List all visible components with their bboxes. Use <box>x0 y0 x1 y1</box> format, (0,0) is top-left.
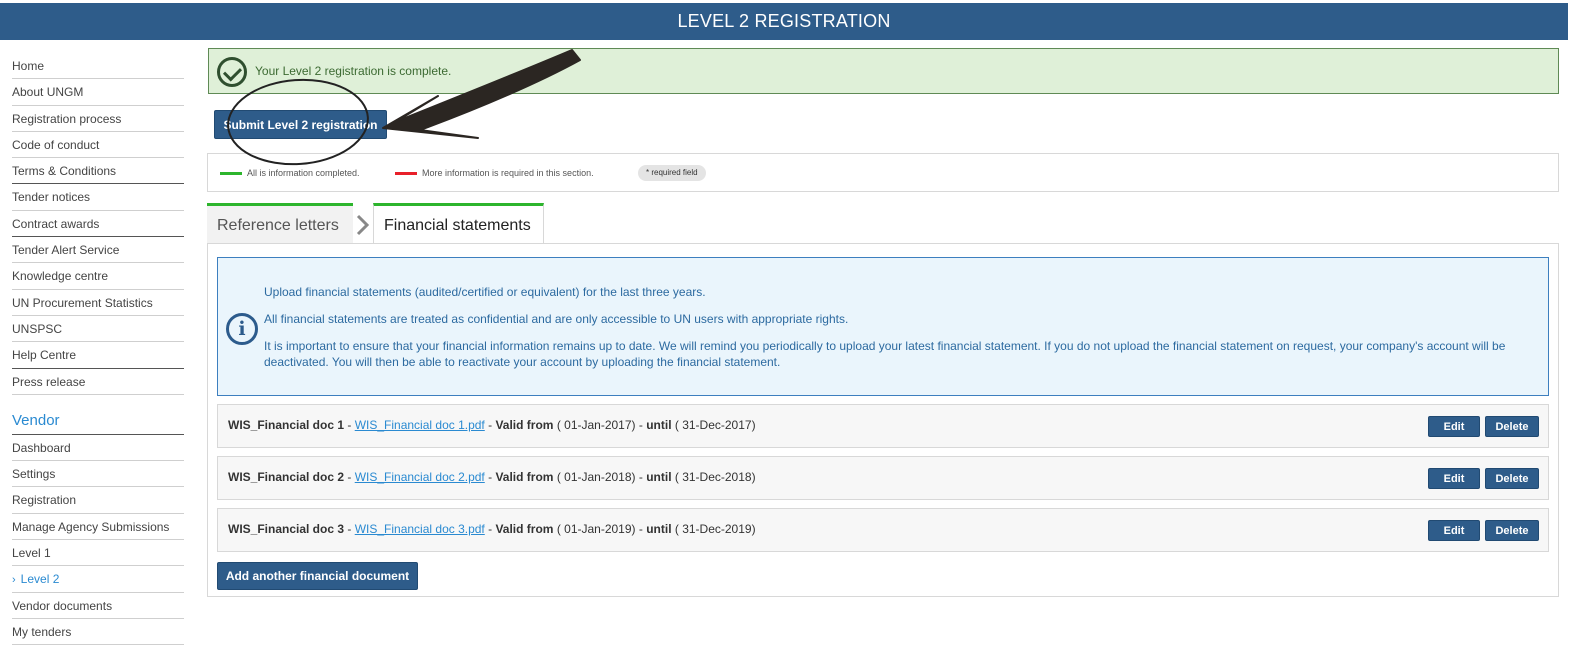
until-date: ( 31-Dec-2019) <box>674 522 756 536</box>
sidebar-section-vendor: Vendor <box>12 395 184 435</box>
until-label: until <box>646 418 672 432</box>
page-title: LEVEL 2 REGISTRATION <box>677 11 891 31</box>
document-name: WIS_Financial doc 1 <box>228 418 345 432</box>
sidebar-item-level-1[interactable]: Level 1 <box>12 540 184 567</box>
separator: - <box>344 418 355 432</box>
delete-button[interactable]: Delete <box>1485 468 1539 489</box>
delete-button[interactable]: Delete <box>1485 416 1539 437</box>
valid-from-label: Valid from <box>495 470 554 484</box>
until-label: until <box>646 522 672 536</box>
sidebar-item-code-of-conduct[interactable]: Code of conduct <box>12 132 184 159</box>
submit-level-2-button[interactable]: Submit Level 2 registration <box>214 110 387 139</box>
edit-button[interactable]: Edit <box>1428 416 1480 437</box>
info-text-3: It is important to ensure that your fina… <box>264 339 1506 369</box>
separator: - <box>635 522 647 536</box>
until-date: ( 31-Dec-2017) <box>674 418 756 432</box>
complete-indicator <box>220 172 242 175</box>
sidebar-item-my-tenders[interactable]: My tenders <box>12 619 184 646</box>
valid-from-date: ( 01-Jan-2017) <box>556 418 636 432</box>
sidebar-item-press-release[interactable]: Press release <box>12 369 184 395</box>
sidebar-item-dashboard[interactable]: Dashboard <box>12 435 184 462</box>
sidebar-item-tender-alert-service[interactable]: Tender Alert Service <box>12 237 184 264</box>
chevron-right-icon: › <box>12 574 16 587</box>
sidebar-item-knowledge-centre[interactable]: Knowledge centre <box>12 263 184 290</box>
edit-button[interactable]: Edit <box>1428 520 1480 541</box>
legend-incomplete-text: More information is required in this sec… <box>422 168 594 178</box>
document-row: WIS_Financial doc 2 - WIS_Financial doc … <box>217 456 1549 500</box>
separator: - <box>484 522 496 536</box>
document-details: WIS_Financial doc 2 - WIS_Financial doc … <box>228 470 756 484</box>
valid-from-label: Valid from <box>495 418 554 432</box>
sidebar-item-help-centre[interactable]: Help Centre <box>12 342 184 369</box>
info-icon: i <box>226 313 258 345</box>
success-message: Your Level 2 registration is complete. <box>255 64 452 78</box>
until-label: until <box>646 470 672 484</box>
valid-from-date: ( 01-Jan-2018) <box>556 470 636 484</box>
sidebar-item-level-2[interactable]: › Level 2 <box>12 566 184 593</box>
sidebar-item-settings[interactable]: Settings <box>12 461 184 488</box>
separator: - <box>484 470 496 484</box>
valid-from-label: Valid from <box>495 522 554 536</box>
document-details: WIS_Financial doc 3 - WIS_Financial doc … <box>228 522 756 536</box>
separator: - <box>344 470 355 484</box>
edit-button[interactable]: Edit <box>1428 468 1480 489</box>
document-file-link[interactable]: WIS_Financial doc 2.pdf <box>355 470 485 484</box>
sidebar-item-manage-agency-submissions[interactable]: Manage Agency Submissions <box>12 514 184 541</box>
sidebar-item-vendor-documents[interactable]: Vendor documents <box>12 593 184 619</box>
sidebar-item-registration-process[interactable]: Registration process <box>12 106 184 132</box>
sidebar-item-terms-conditions[interactable]: Terms & Conditions <box>12 158 184 185</box>
info-text-1: Upload financial statements (audited/cer… <box>264 285 706 299</box>
document-details: WIS_Financial doc 1 - WIS_Financial doc … <box>228 418 756 432</box>
incomplete-indicator <box>395 172 417 175</box>
sidebar-item-procurement-statistics[interactable]: UN Procurement Statistics <box>12 290 184 316</box>
document-row: WIS_Financial doc 1 - WIS_Financial doc … <box>217 404 1549 448</box>
sidebar-item-label: Level 2 <box>20 572 60 587</box>
page-header: LEVEL 2 REGISTRATION <box>0 3 1568 40</box>
until-date: ( 31-Dec-2018) <box>674 470 756 484</box>
sidebar-item-about-ungm[interactable]: About UNGM <box>12 79 184 106</box>
required-field-badge: * required field <box>638 165 706 181</box>
document-row: WIS_Financial doc 3 - WIS_Financial doc … <box>217 508 1549 552</box>
sidebar: Home About UNGM Registration process Cod… <box>12 53 184 646</box>
sidebar-item-registration[interactable]: Registration <box>12 487 184 514</box>
tab-financial-statements[interactable]: Financial statements <box>373 203 544 243</box>
valid-from-date: ( 01-Jan-2019) <box>556 522 636 536</box>
sidebar-item-tender-notices[interactable]: Tender notices <box>12 184 184 211</box>
document-file-link[interactable]: WIS_Financial doc 1.pdf <box>355 418 485 432</box>
legend-complete-text: All is information completed. <box>247 168 360 178</box>
check-circle-icon <box>217 57 247 87</box>
separator: - <box>635 418 647 432</box>
success-alert: Your Level 2 registration is complete. <box>208 48 1559 94</box>
add-financial-document-button[interactable]: Add another financial document <box>217 562 418 590</box>
status-legend: All is information completed. More infor… <box>207 153 1559 192</box>
tab-reference-letters[interactable]: Reference letters <box>207 203 353 243</box>
chevron-right-icon <box>356 214 370 236</box>
sidebar-item-home[interactable]: Home <box>12 53 184 80</box>
delete-button[interactable]: Delete <box>1485 520 1539 541</box>
separator: - <box>344 522 355 536</box>
info-box: i Upload financial statements (audited/c… <box>217 257 1549 396</box>
document-name: WIS_Financial doc 2 <box>228 470 345 484</box>
info-text-2: All financial statements are treated as … <box>264 312 849 326</box>
document-file-link[interactable]: WIS_Financial doc 3.pdf <box>355 522 485 536</box>
separator: - <box>635 470 647 484</box>
separator: - <box>484 418 496 432</box>
sidebar-item-unspsc[interactable]: UNSPSC <box>12 316 184 343</box>
sidebar-item-contract-awards[interactable]: Contract awards <box>12 211 184 238</box>
document-name: WIS_Financial doc 3 <box>228 522 345 536</box>
